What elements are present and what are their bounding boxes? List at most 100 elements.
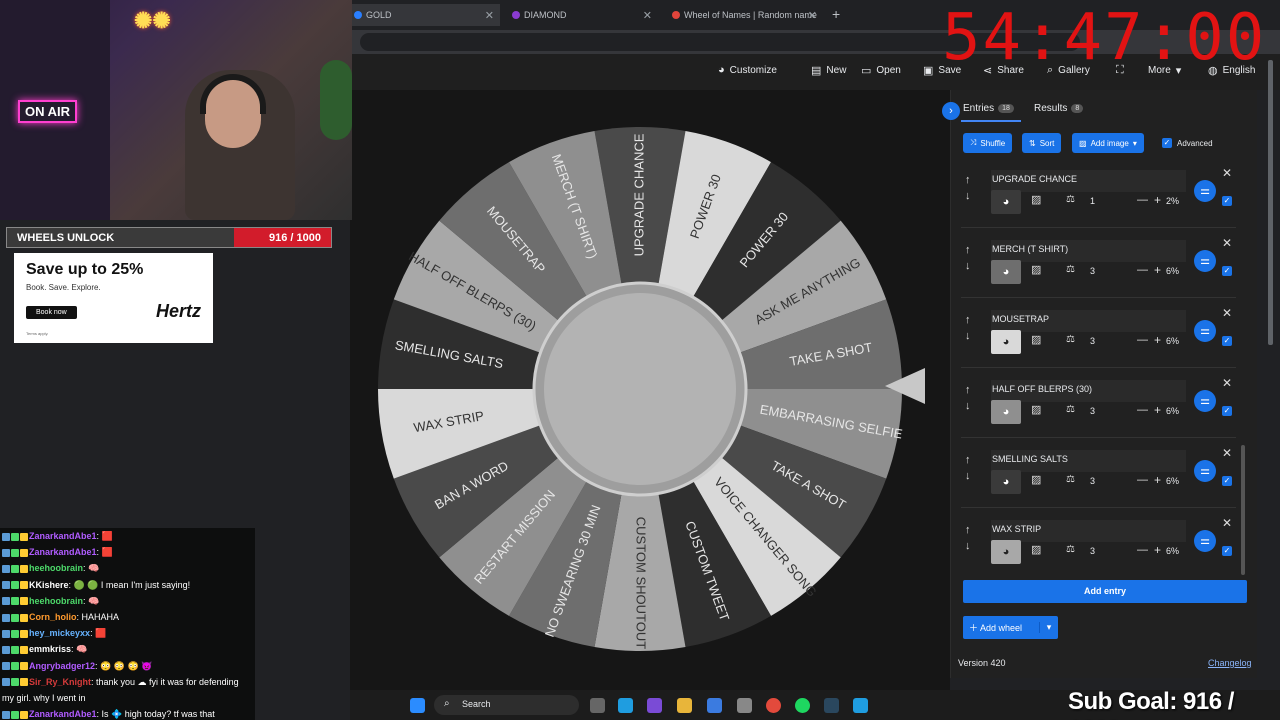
tab-results[interactable]: Results 8 xyxy=(1034,103,1084,114)
chat-username[interactable]: Angrybadger12 xyxy=(29,661,95,671)
chevron-down-icon[interactable]: ▾ xyxy=(1039,622,1058,633)
arrow-up-icon[interactable]: ↑ xyxy=(965,174,971,186)
reorder-arrows[interactable]: ↑ ↓ xyxy=(965,522,971,554)
arrow-up-icon[interactable]: ↑ xyxy=(965,524,971,536)
close-icon[interactable]: ✕ xyxy=(808,9,817,22)
arrow-up-icon[interactable]: ↑ xyxy=(965,384,971,396)
palette-icon[interactable]: ◕ xyxy=(991,260,1021,284)
image-icon[interactable]: ▨ xyxy=(1031,403,1041,416)
chat-username[interactable]: ZanarkandAbe1 xyxy=(29,709,97,719)
new-tab-button[interactable]: + xyxy=(832,6,840,22)
entry-options-button[interactable]: ⚌ xyxy=(1194,390,1216,412)
chat-username[interactable]: hey_mickeyxx xyxy=(29,628,90,638)
entry-options-button[interactable]: ⚌ xyxy=(1194,320,1216,342)
entry-name-field[interactable]: HALF OFF BLERPS (30) xyxy=(991,380,1186,402)
page-scrollbar[interactable] xyxy=(1268,60,1273,345)
image-icon[interactable]: ▨ xyxy=(1031,473,1041,486)
close-icon[interactable]: ✕ xyxy=(1222,516,1232,530)
enabled-checkbox[interactable]: ✓ xyxy=(1222,400,1232,418)
tab-entries[interactable]: Entries 18 xyxy=(963,103,1014,114)
entry-options-button[interactable]: ⚌ xyxy=(1194,180,1216,202)
checkbox-icon[interactable]: ✓ xyxy=(1162,138,1172,148)
add-image-button[interactable]: ▨ Add image ▾ xyxy=(1072,133,1144,153)
close-icon[interactable]: ✕ xyxy=(1222,166,1232,180)
entry-options-button[interactable]: ⚌ xyxy=(1194,250,1216,272)
chat-username[interactable]: Corn_holio xyxy=(29,612,77,622)
enabled-checkbox[interactable]: ✓ xyxy=(1222,470,1232,488)
enabled-checkbox[interactable]: ✓ xyxy=(1222,190,1232,208)
close-icon[interactable]: ✕ xyxy=(1222,236,1232,250)
chrome-icon[interactable] xyxy=(766,698,781,713)
arrow-up-icon[interactable]: ↑ xyxy=(965,314,971,326)
entry-name-field[interactable]: SMELLING SALTS xyxy=(991,450,1186,472)
app-icon[interactable] xyxy=(737,698,752,713)
customize-button[interactable]: ◕ Customize xyxy=(718,64,777,76)
decrease-weight-button[interactable]: — xyxy=(1137,404,1148,416)
entry-options-button[interactable]: ⚌ xyxy=(1194,530,1216,552)
entry-name-field[interactable]: UPGRADE CHANCE xyxy=(991,170,1186,192)
palette-icon[interactable]: ◕ xyxy=(991,400,1021,424)
add-wheel-button[interactable]: ＋ Add wheel ▾ xyxy=(963,616,1058,639)
increase-weight-button[interactable]: + xyxy=(1154,263,1161,277)
store-icon[interactable] xyxy=(707,698,722,713)
close-icon[interactable]: ✕ xyxy=(1222,306,1232,320)
chat-username[interactable]: ZanarkandAbe1 xyxy=(29,531,97,541)
tab-gold[interactable]: GOLD ✕ xyxy=(350,4,500,26)
chat-username[interactable]: KKishere xyxy=(29,580,69,590)
palette-icon[interactable]: ◕ xyxy=(991,190,1021,214)
hertz-ad[interactable]: Save up to 25% Book. Save. Explore. Book… xyxy=(14,253,213,343)
entry-name-field[interactable]: WAX STRIP xyxy=(991,520,1186,542)
weight-value[interactable]: 3 xyxy=(1090,546,1095,556)
chat-username[interactable]: heehoobrain xyxy=(29,596,83,606)
entry-name-field[interactable]: MOUSETRAP xyxy=(991,310,1186,332)
entry-name-field[interactable]: MERCH (T SHIRT) xyxy=(991,240,1186,262)
increase-weight-button[interactable]: + xyxy=(1154,403,1161,417)
entry-list-scrollbar[interactable] xyxy=(1241,445,1245,575)
ad-book-button[interactable]: Book now xyxy=(26,306,77,319)
decrease-weight-button[interactable]: — xyxy=(1137,474,1148,486)
arrow-down-icon[interactable]: ↓ xyxy=(965,190,971,202)
decrease-weight-button[interactable]: — xyxy=(1137,264,1148,276)
edge-icon[interactable] xyxy=(853,698,868,713)
palette-icon[interactable]: ◕ xyxy=(991,540,1021,564)
steam-icon[interactable] xyxy=(824,698,839,713)
reorder-arrows[interactable]: ↑ ↓ xyxy=(965,242,971,274)
reorder-arrows[interactable]: ↑ ↓ xyxy=(965,452,971,484)
increase-weight-button[interactable]: + xyxy=(1154,473,1161,487)
chat-username[interactable]: emmkriss xyxy=(29,644,71,654)
image-icon[interactable]: ▨ xyxy=(1031,263,1041,276)
decrease-weight-button[interactable]: — xyxy=(1137,544,1148,556)
increase-weight-button[interactable]: + xyxy=(1154,333,1161,347)
enabled-checkbox[interactable]: ✓ xyxy=(1222,260,1232,278)
close-icon[interactable]: ✕ xyxy=(1222,376,1232,390)
task-view-icon[interactable] xyxy=(590,698,605,713)
shuffle-button[interactable]: ⤨ Shuffle xyxy=(963,133,1013,153)
close-icon[interactable]: ✕ xyxy=(643,9,652,22)
copilot-icon[interactable] xyxy=(647,698,662,713)
new-button[interactable]: ▤ New xyxy=(811,64,846,77)
edge-icon[interactable] xyxy=(618,698,633,713)
chat-username[interactable]: heehoobrain xyxy=(29,563,83,573)
taskbar-search[interactable]: ⌕ Search xyxy=(434,695,579,715)
advanced-toggle[interactable]: ✓ Advanced xyxy=(1162,138,1213,148)
arrow-up-icon[interactable]: ↑ xyxy=(965,454,971,466)
enabled-checkbox[interactable]: ✓ xyxy=(1222,330,1232,348)
sort-button[interactable]: ⇅ Sort xyxy=(1022,133,1062,153)
weight-value[interactable]: 3 xyxy=(1090,476,1095,486)
arrow-down-icon[interactable]: ↓ xyxy=(965,470,971,482)
chat-username[interactable]: Sir_Ry_Knight xyxy=(29,677,91,687)
palette-icon[interactable]: ◕ xyxy=(991,330,1021,354)
increase-weight-button[interactable]: + xyxy=(1154,193,1161,207)
arrow-down-icon[interactable]: ↓ xyxy=(965,400,971,412)
image-icon[interactable]: ▨ xyxy=(1031,193,1041,206)
weight-value[interactable]: 3 xyxy=(1090,266,1095,276)
spotify-icon[interactable] xyxy=(795,698,810,713)
weight-value[interactable]: 3 xyxy=(1090,406,1095,416)
decrease-weight-button[interactable]: — xyxy=(1137,334,1148,346)
tab-diamond[interactable]: DIAMOND ✕ xyxy=(508,4,658,26)
weight-value[interactable]: 1 xyxy=(1090,196,1095,206)
close-icon[interactable]: ✕ xyxy=(485,9,494,22)
weight-value[interactable]: 3 xyxy=(1090,336,1095,346)
palette-icon[interactable]: ◕ xyxy=(991,470,1021,494)
reorder-arrows[interactable]: ↑ ↓ xyxy=(965,382,971,414)
